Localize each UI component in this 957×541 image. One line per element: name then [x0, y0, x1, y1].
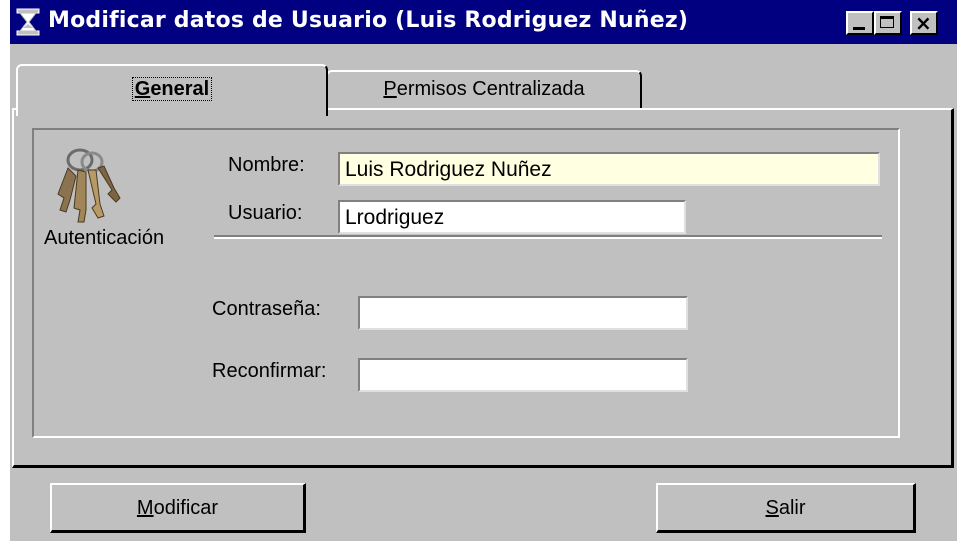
modificar-accelerator: M: [136, 497, 154, 519]
title-bar[interactable]: Modificar datos de Usuario (Luis Rodrigu…: [10, 0, 957, 44]
modificar-button[interactable]: Modificar: [50, 483, 306, 533]
nombre-label: Nombre:: [228, 154, 305, 176]
window-title: Modificar datos de Usuario (Luis Rodrigu…: [48, 8, 689, 33]
nombre-field[interactable]: Luis Rodriguez Nuñez: [338, 152, 880, 186]
tab-panel-general: Nombre: Luis Rodriguez Nuñez Usuario: Lr…: [12, 108, 954, 468]
maximize-icon: [880, 16, 894, 28]
minimize-button[interactable]: [846, 11, 874, 35]
close-icon: ×: [915, 11, 932, 35]
tab-general[interactable]: General: [16, 64, 328, 116]
autenticacion-label: Autenticación: [44, 227, 165, 249]
salir-accelerator: S: [765, 497, 779, 519]
reconfirmar-label: Reconfirmar:: [212, 360, 327, 382]
auth-group: Nombre: Luis Rodriguez Nuñez Usuario: Lr…: [32, 128, 900, 438]
tab-general-label: General: [131, 77, 213, 101]
contrasena-field[interactable]: [358, 296, 688, 330]
reconfirmar-field[interactable]: [358, 358, 688, 392]
tab-permisos-centralizada[interactable]: Permisos Centralizada: [326, 70, 642, 112]
salir-button[interactable]: Salir: [656, 483, 916, 533]
salir-label: alir: [778, 497, 806, 519]
close-button[interactable]: ×: [910, 11, 938, 35]
usuario-label: Usuario:: [228, 202, 303, 224]
keys-icon: [57, 148, 121, 223]
hourglass-icon: [16, 8, 40, 36]
dialog-window: Modificar datos de Usuario (Luis Rodrigu…: [10, 0, 957, 541]
maximize-button[interactable]: [874, 11, 902, 35]
modificar-label: odificar: [153, 497, 219, 519]
section-divider: [214, 235, 882, 239]
contrasena-label: Contraseña:: [212, 298, 321, 320]
usuario-field[interactable]: Lrodriguez: [338, 200, 686, 234]
minimize-icon: [853, 27, 865, 30]
tab-permisos-label: Permisos Centralizada: [383, 78, 585, 100]
